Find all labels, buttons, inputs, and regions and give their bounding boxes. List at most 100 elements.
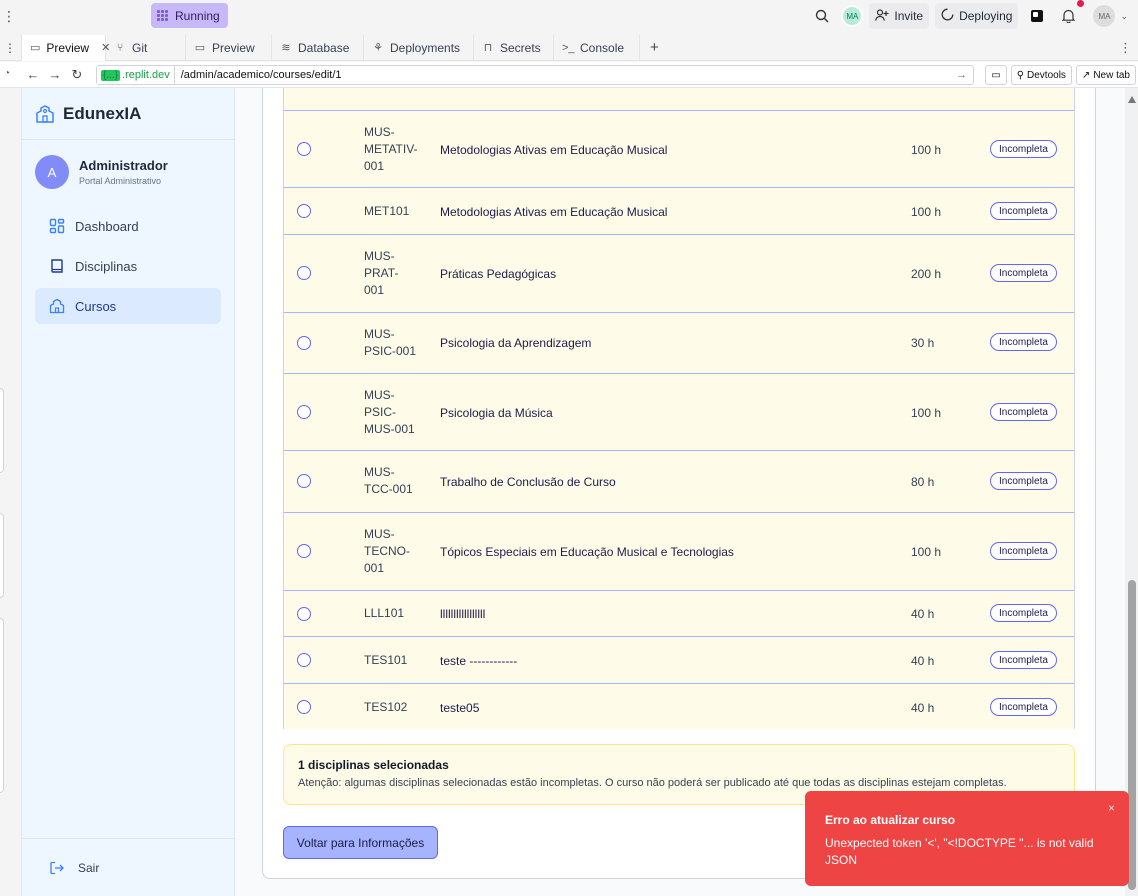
back-arrow-icon[interactable]: ← xyxy=(22,67,44,82)
row-code: MET101 xyxy=(364,204,410,218)
logout-button[interactable]: Sair xyxy=(22,838,235,896)
code-line: MUS- xyxy=(364,465,395,479)
layout-toggle-icon[interactable] xyxy=(1024,3,1050,29)
menu-dots-icon[interactable]: ⋮ xyxy=(2,8,16,25)
tab-console[interactable]: >_ Console xyxy=(554,34,640,61)
table-row[interactable]: MUS- PSIC- MUS-001 Psicologia da Música … xyxy=(284,374,1074,451)
error-toast: × Erro ao atualizar curso Unexpected tok… xyxy=(805,791,1129,886)
run-status-button[interactable]: Running xyxy=(151,3,228,28)
terminal-icon: >_ xyxy=(562,41,575,54)
url-host-text: .replit.dev xyxy=(122,69,170,81)
tab-preview[interactable]: ▭ Preview ✕ xyxy=(22,34,110,61)
deploying-button[interactable]: Deploying xyxy=(935,3,1019,29)
row-title: Psicologia da Música xyxy=(440,406,553,420)
brand[interactable]: EdunexIA xyxy=(22,88,234,140)
tab-preview-2[interactable]: ▭ Preview xyxy=(186,34,272,61)
row-code: 001 xyxy=(364,88,424,93)
user-name: Administrador xyxy=(79,158,168,173)
go-arrow-icon[interactable]: → xyxy=(956,69,967,81)
table-row[interactable]: MUS- TECNO- 001 Tópicos Especiais em Edu… xyxy=(284,513,1074,591)
account-menu[interactable]: MA ⌄ xyxy=(1087,3,1134,29)
scroll-up-arrow-icon[interactable] xyxy=(1128,96,1136,103)
scrollbar-thumb[interactable] xyxy=(1128,580,1136,890)
app-root: EdunexIA A Administrador Portal Administ… xyxy=(22,88,1138,896)
table-row[interactable]: MUS- PSIC-001 Psicologia da Aprendizagem… xyxy=(284,313,1074,374)
page-scrollbar[interactable] xyxy=(1125,88,1138,896)
table-row[interactable]: LLL101 lllllllllllllllll 40 h Incompleta xyxy=(284,591,1074,637)
row-radio[interactable] xyxy=(297,653,311,667)
sidebar-item-dashboard[interactable]: Dashboard xyxy=(35,208,221,244)
row-hours: 100 h xyxy=(911,406,942,420)
table-row[interactable]: MET101 Metodologias Ativas em Educação M… xyxy=(284,188,1074,235)
table-row[interactable]: TES102 teste05 40 h Incompleta xyxy=(284,684,1074,729)
school-icon xyxy=(36,104,54,123)
table-row[interactable]: TES101 teste ------------ 40 h Incomplet… xyxy=(284,637,1074,684)
back-to-info-button[interactable]: Voltar para Informações xyxy=(283,826,438,859)
tab-database[interactable]: ≋ Database xyxy=(272,34,364,61)
panel-edge xyxy=(0,513,4,598)
row-radio[interactable] xyxy=(297,544,311,558)
row-radio[interactable] xyxy=(297,266,311,280)
tabs-menu-dots-icon[interactable]: ⋮ xyxy=(1119,40,1132,56)
reload-icon[interactable]: ↻ xyxy=(66,67,88,83)
code-line: PRAT- xyxy=(364,266,399,280)
tab-deployments[interactable]: ⚘ Deployments xyxy=(364,34,474,61)
row-hours: 100 h xyxy=(911,143,942,157)
table-row[interactable]: MUS- METATIV- 001 Metodologias Ativas em… xyxy=(284,111,1074,188)
replit-topbar: ⋮ Running MA Invite Deploying MA ⌄ xyxy=(0,0,1138,32)
url-input[interactable]: {...} .replit.dev /admin/academico/cours… xyxy=(96,65,974,85)
sidebar-item-disciplinas[interactable]: Disciplinas xyxy=(35,248,221,284)
row-hours: 100 h xyxy=(911,545,942,559)
new-tab-button[interactable]: ↗ New tab xyxy=(1075,65,1136,85)
toast-title: Erro ao atualizar curso xyxy=(825,813,956,827)
status-badge: Incompleta xyxy=(990,542,1057,560)
git-icon: ⑂ xyxy=(116,41,124,54)
panel-edge xyxy=(0,388,4,473)
run-status-label: Running xyxy=(175,8,220,23)
row-radio[interactable] xyxy=(297,336,311,350)
row-radio[interactable] xyxy=(297,700,311,714)
status-badge: Incompleta xyxy=(990,140,1057,158)
code-line: TCC-001 xyxy=(364,482,413,496)
row-radio[interactable] xyxy=(297,474,311,488)
row-code: MUS- TCC-001 xyxy=(364,464,424,498)
row-radio[interactable] xyxy=(297,204,311,218)
devtools-button[interactable]: ⚲ Devtools xyxy=(1010,65,1072,85)
tab-label: Console xyxy=(580,40,625,55)
invite-button[interactable]: Invite xyxy=(869,3,930,29)
brand-name: EdunexIA xyxy=(63,103,142,123)
row-title: Metodologias Ativas em Educação Musical xyxy=(440,205,668,219)
forward-arrow-icon[interactable]: → xyxy=(44,67,66,82)
row-radio[interactable] xyxy=(297,142,311,156)
close-icon[interactable]: × xyxy=(1108,801,1115,815)
pane-menu-dots-icon[interactable]: ⋮ xyxy=(0,34,22,61)
selection-count: 1 disciplinas selecionadas xyxy=(298,758,449,772)
search-icon[interactable] xyxy=(809,3,835,29)
code-line: 001 xyxy=(364,283,385,297)
table-row[interactable]: MUS- PRAT- 001 Práticas Pedagógicas 200 … xyxy=(284,235,1074,313)
row-radio[interactable] xyxy=(297,607,311,621)
collaborator-avatar[interactable]: MA xyxy=(841,5,864,27)
tab-label: Preview xyxy=(46,40,90,55)
row-radio[interactable] xyxy=(297,405,311,419)
status-badge: Incompleta xyxy=(990,651,1057,669)
code-line: MUS-001 xyxy=(364,422,415,436)
tab-git[interactable]: ⑂ Git xyxy=(106,34,186,61)
table-row: 001 xyxy=(284,88,1074,111)
main-content: 001 MUS- METATIV- 001 Metodologias Ativa… xyxy=(235,88,1138,896)
status-badge: Incompleta xyxy=(990,264,1057,282)
screen-toggle-button[interactable]: ▭ xyxy=(985,65,1007,85)
notification-dot xyxy=(1077,0,1085,7)
tab-label: Git xyxy=(132,40,148,55)
tab-label: Deployments xyxy=(390,40,461,55)
row-title: teste ------------ xyxy=(440,654,518,668)
notifications-bell-icon[interactable] xyxy=(1056,0,1085,29)
table-row[interactable]: MUS- TCC-001 Trabalho de Conclusão de Cu… xyxy=(284,451,1074,513)
row-title: Trabalho de Conclusão de Curso xyxy=(440,475,616,489)
url-path: /admin/academico/courses/edit/1 xyxy=(180,69,342,81)
tab-secrets[interactable]: ⊓ Secrets xyxy=(474,34,554,61)
add-tab-icon[interactable]: + xyxy=(640,39,669,56)
sidebar-item-label: Disciplinas xyxy=(75,258,138,274)
sidebar-item-cursos[interactable]: Cursos xyxy=(35,288,221,324)
code-line: MUS- xyxy=(364,125,395,139)
